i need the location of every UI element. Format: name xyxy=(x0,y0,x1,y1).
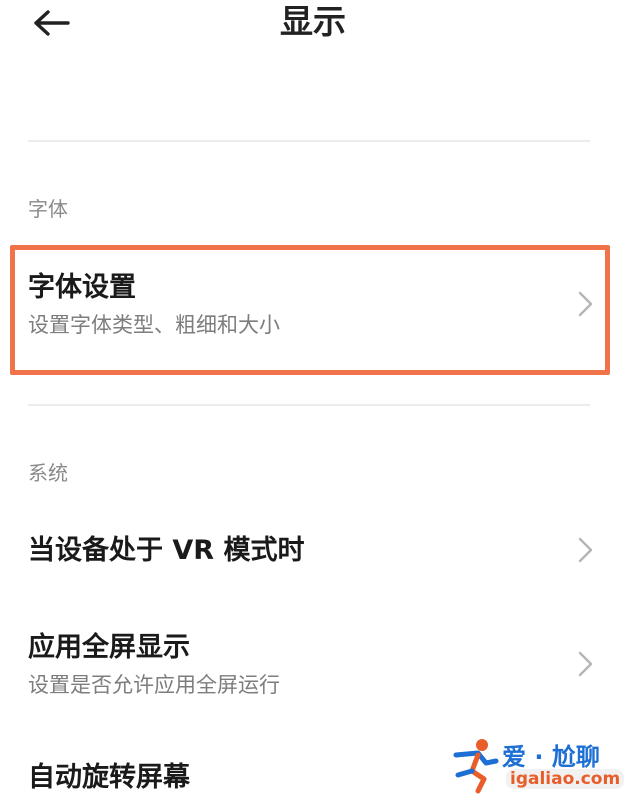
chevron-right-icon xyxy=(578,651,593,677)
fullscreen-apps-subtitle: 设置是否允许应用全屏运行 xyxy=(28,673,280,697)
watermark-title: 爱 · 尬聊 xyxy=(502,743,600,771)
vr-mode-item[interactable]: 当设备处于 VR 模式时 xyxy=(0,510,626,590)
chevron-right-icon xyxy=(578,537,593,563)
runner-logo-icon xyxy=(453,739,499,794)
highlight-box xyxy=(10,245,610,375)
top-app-bar: 显示 xyxy=(0,0,626,60)
divider xyxy=(28,404,590,406)
fullscreen-apps-item[interactable]: 应用全屏显示 设置是否允许应用全屏运行 xyxy=(0,615,626,715)
divider xyxy=(28,140,590,142)
section-label-font: 字体 xyxy=(28,197,68,221)
vr-mode-title: 当设备处于 VR 模式时 xyxy=(28,535,305,566)
auto-rotate-title: 自动旋转屏幕 xyxy=(28,762,190,793)
section-label-system: 系统 xyxy=(28,461,68,485)
site-watermark: 爱 · 尬聊 igaliao.com xyxy=(448,735,625,797)
page-title: 显示 xyxy=(280,2,346,41)
watermark-url: igaliao.com xyxy=(506,769,625,789)
fullscreen-apps-title: 应用全屏显示 xyxy=(28,632,190,663)
